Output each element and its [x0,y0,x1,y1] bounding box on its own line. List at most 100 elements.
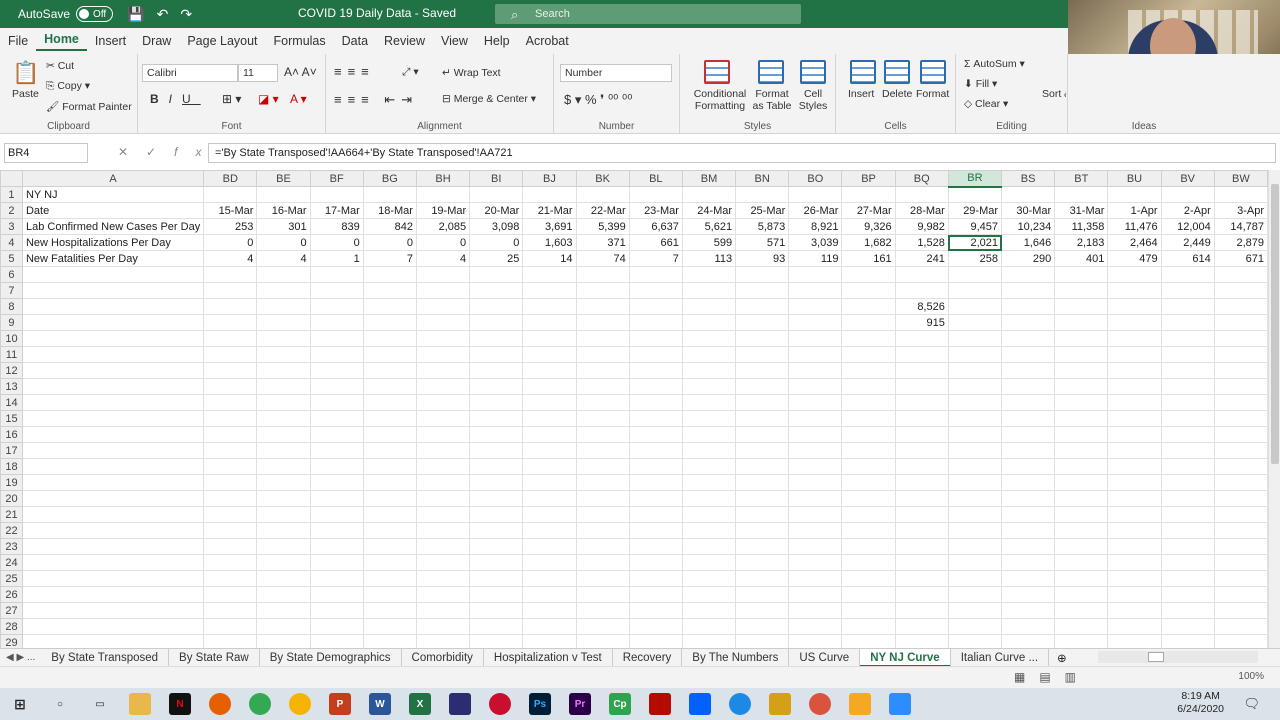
cell[interactable] [1160,554,1215,571]
cell[interactable] [628,394,683,411]
cell[interactable] [256,282,311,299]
cell[interactable] [681,186,737,203]
cell[interactable]: 22-Mar [575,202,630,219]
cell[interactable] [1213,618,1268,635]
cell[interactable]: 21-Mar [522,202,577,219]
horizontal-scrollbar[interactable] [1098,651,1258,663]
cell[interactable] [362,586,417,603]
cell[interactable]: 1-Apr [1107,202,1162,219]
cell[interactable] [21,314,205,331]
cell[interactable] [415,394,471,411]
cell[interactable] [362,394,417,411]
cell[interactable] [894,330,949,347]
cell[interactable] [735,506,790,523]
borders-button[interactable]: ⊞ ▾ [222,92,241,106]
cell[interactable] [522,618,577,635]
cell[interactable]: 3,039 [788,234,843,251]
column-header[interactable]: BF [309,170,364,187]
row-header[interactable]: 3 [0,218,23,235]
cell[interactable] [628,346,683,363]
cell[interactable]: 4 [203,250,258,267]
cell[interactable] [469,330,524,347]
cell[interactable] [681,586,737,603]
cell[interactable] [415,378,471,395]
paste-button[interactable]: Paste [12,88,39,100]
cell[interactable]: 15-Mar [203,202,258,219]
cell[interactable] [203,330,258,347]
cell[interactable] [1213,490,1268,507]
cell[interactable] [469,314,524,331]
cell[interactable] [735,634,790,648]
cell[interactable] [1001,378,1056,395]
column-header[interactable]: BI [469,170,524,187]
cell[interactable]: 9,982 [894,218,949,235]
cell[interactable]: 24-Mar [681,202,737,219]
cell[interactable] [788,506,843,523]
cell[interactable] [1054,426,1109,443]
cell[interactable] [309,458,364,475]
cell[interactable] [628,618,683,635]
cell[interactable] [362,618,417,635]
cell[interactable] [628,442,683,459]
cell[interactable] [203,266,258,283]
select-all-corner[interactable] [0,170,23,187]
cell[interactable] [203,554,258,571]
cell[interactable] [1001,522,1056,539]
fill-button[interactable]: ⬇ Fill ▾ [964,78,997,90]
cell[interactable]: 301 [256,218,311,235]
cell[interactable] [256,330,311,347]
task-view-icon[interactable]: ▭ [89,693,111,715]
row-header[interactable]: 13 [0,378,23,395]
cell[interactable] [788,394,843,411]
format-cells-button[interactable]: Format [916,88,949,100]
cell[interactable]: 839 [309,218,364,235]
cell[interactable] [1160,266,1215,283]
search-box[interactable]: ⌕ Search [495,4,801,24]
cell[interactable] [894,570,949,587]
cell[interactable] [256,346,311,363]
column-header[interactable]: BS [1001,170,1056,187]
cell[interactable] [735,586,790,603]
cell[interactable] [894,634,949,648]
cell[interactable] [256,410,311,427]
cell[interactable] [628,586,683,603]
cell[interactable]: 23-Mar [628,202,683,219]
cell[interactable] [1213,586,1268,603]
cell[interactable] [1054,410,1109,427]
row-header[interactable]: 18 [0,458,23,475]
cell[interactable] [522,362,577,379]
cell[interactable] [681,554,737,571]
cell[interactable] [362,298,417,315]
cell[interactable] [681,634,737,648]
column-header[interactable]: BN [735,170,790,187]
cell[interactable] [203,458,258,475]
merge-center-button[interactable]: ⊟ Merge & Center ▾ [442,93,536,105]
cell[interactable] [681,426,737,443]
cell[interactable] [21,410,205,427]
cell[interactable] [788,314,843,331]
cell[interactable] [362,186,417,203]
cell[interactable] [575,634,630,648]
cell[interactable] [1001,506,1056,523]
cell[interactable] [894,426,949,443]
cell[interactable] [681,330,737,347]
row-header[interactable]: 14 [0,394,23,411]
cell[interactable] [21,554,205,571]
cell[interactable] [735,474,790,491]
cell[interactable] [415,522,471,539]
cell[interactable] [894,442,949,459]
cell[interactable] [1213,186,1268,203]
sheet-tab[interactable]: By State Transposed [41,648,170,667]
copy-button[interactable]: ⎘ Copy ▾ [46,80,90,93]
cell[interactable] [947,410,1003,427]
cell[interactable] [522,410,577,427]
cell[interactable] [628,314,683,331]
cell[interactable] [1001,186,1056,203]
cell[interactable] [1001,634,1056,648]
sort-filter-button[interactable]: Sort & Filter [1042,88,1066,100]
cell[interactable]: 241 [894,250,949,267]
cell[interactable] [841,410,896,427]
cell[interactable] [681,538,737,555]
worksheet-grid[interactable]: A BD BE BF BG BH BI BJ BK BL BM BN BO BP BQ BR BS BT BU BV B… [0,170,1268,648]
windows-start-icon[interactable]: ⊞ [9,693,31,715]
